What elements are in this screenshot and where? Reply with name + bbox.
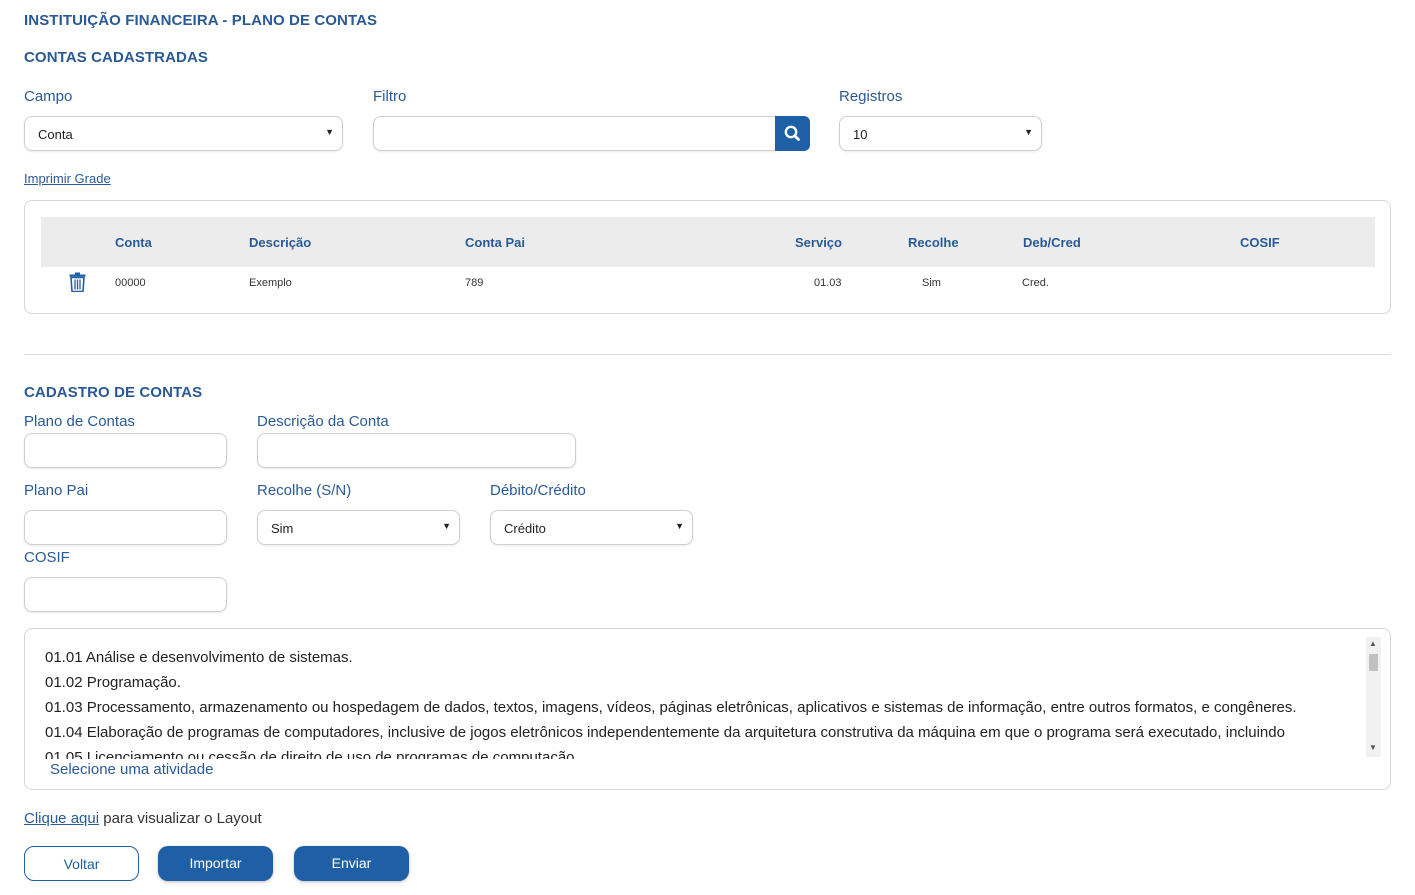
registros-select[interactable]: 10 ▼ — [839, 116, 1042, 151]
activity-list-panel: 01.01 Análise e desenvolvimento de siste… — [24, 628, 1391, 790]
layout-hint-text: para visualizar o Layout — [99, 810, 262, 827]
send-button[interactable]: Enviar — [294, 846, 409, 881]
column-header-servico[interactable]: Serviço — [795, 235, 842, 250]
campo-label: Campo — [24, 88, 73, 105]
layout-hint: Clique aqui para visualizar o Layout — [24, 810, 262, 827]
back-button[interactable]: Voltar — [24, 846, 139, 881]
debito-credito-select-value: Crédito — [504, 521, 546, 536]
search-icon — [784, 125, 800, 141]
cell-conta: 00000 — [115, 277, 146, 289]
page-title: INSTITUIÇÃO FINANCEIRA - PLANO DE CONTAS — [24, 12, 378, 29]
cosif-label: COSIF — [24, 549, 70, 566]
layout-link[interactable]: Clique aqui — [24, 810, 99, 827]
recolhe-select[interactable]: Sim ▼ — [257, 510, 460, 545]
debito-credito-select[interactable]: Crédito ▼ — [490, 510, 693, 545]
list-item[interactable]: 01.05 Licenciamento ou cessão de direito… — [45, 745, 1367, 759]
column-header-conta-pai[interactable]: Conta Pai — [465, 235, 525, 250]
accounts-grid: Conta Descrição Conta Pai Serviço Recolh… — [24, 200, 1391, 314]
registros-label: Registros — [839, 88, 903, 105]
column-header-deb-cred[interactable]: Deb/Cred — [1023, 235, 1081, 250]
list-item[interactable]: 01.03 Processamento, armazenamento ou ho… — [45, 695, 1367, 720]
plano-contas-input[interactable] — [24, 433, 227, 468]
activity-scrollbar[interactable]: ▲ ▼ — [1366, 637, 1381, 757]
scroll-up-arrow-icon[interactable]: ▲ — [1369, 639, 1377, 648]
trash-icon[interactable] — [69, 272, 86, 297]
grid-header: Conta Descrição Conta Pai Serviço Recolh… — [41, 217, 1375, 267]
cell-descricao: Exemplo — [249, 277, 292, 289]
column-header-descricao[interactable]: Descrição — [249, 235, 311, 250]
descricao-conta-input[interactable] — [257, 433, 576, 468]
import-button[interactable]: Importar — [158, 846, 273, 881]
chevron-down-icon: ▼ — [1024, 127, 1033, 137]
plano-contas-label: Plano de Contas — [24, 413, 135, 430]
column-header-cosif[interactable]: COSIF — [1240, 235, 1280, 250]
campo-select[interactable]: Conta ▼ — [24, 116, 343, 151]
column-header-recolhe[interactable]: Recolhe — [908, 235, 959, 250]
list-item[interactable]: 01.02 Programação. — [45, 670, 1367, 695]
cell-recolhe: Sim — [922, 277, 941, 289]
plano-pai-input[interactable] — [24, 510, 227, 545]
cell-servico: 01.03 — [814, 277, 842, 289]
cell-deb-cred: Cred. — [1022, 277, 1049, 289]
plano-pai-label: Plano Pai — [24, 482, 89, 499]
cosif-input[interactable] — [24, 577, 227, 612]
filtro-input[interactable] — [373, 116, 777, 151]
list-item[interactable]: 01.01 Análise e desenvolvimento de siste… — [45, 645, 1367, 670]
descricao-conta-label: Descrição da Conta — [257, 413, 389, 430]
scrollbar-thumb[interactable] — [1369, 654, 1378, 671]
debito-credito-label: Débito/Crédito — [490, 482, 586, 499]
scroll-down-arrow-icon[interactable]: ▼ — [1369, 743, 1377, 752]
recolhe-select-value: Sim — [271, 521, 294, 536]
print-grid-link[interactable]: Imprimir Grade — [24, 171, 111, 186]
list-item[interactable]: 01.04 Elaboração de programas de computa… — [45, 720, 1367, 745]
cell-conta-pai: 789 — [465, 277, 484, 289]
campo-select-value: Conta — [38, 127, 73, 142]
recolhe-label: Recolhe (S/N) — [257, 482, 352, 499]
chevron-down-icon: ▼ — [675, 521, 684, 531]
section-title-register: CADASTRO DE CONTAS — [24, 384, 203, 401]
chevron-down-icon: ▼ — [442, 521, 451, 531]
activity-hint: Selecione uma atividade — [50, 761, 220, 778]
filtro-label: Filtro — [373, 88, 407, 105]
search-button[interactable] — [775, 116, 810, 151]
column-header-conta[interactable]: Conta — [115, 235, 152, 250]
activity-listbox[interactable]: 01.01 Análise e desenvolvimento de siste… — [45, 645, 1367, 759]
registros-select-value: 10 — [853, 127, 868, 142]
chevron-down-icon: ▼ — [325, 127, 334, 137]
section-divider — [24, 354, 1391, 355]
section-title-registered: CONTAS CADASTRADAS — [24, 49, 209, 66]
